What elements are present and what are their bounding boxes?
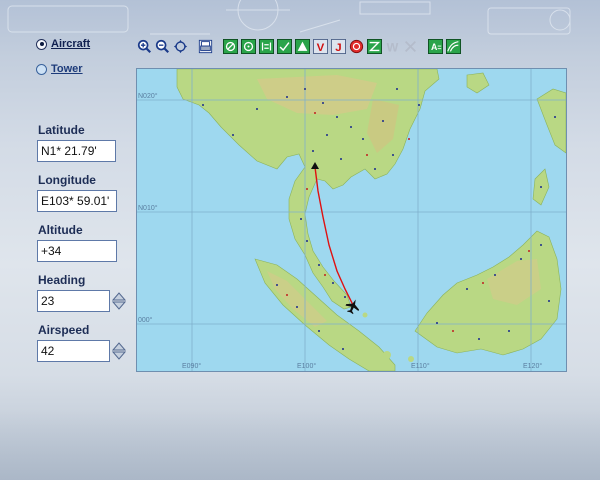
airspace-icon: [349, 39, 364, 54]
intersection-icon: [277, 39, 292, 54]
longitude-label: Longitude: [38, 173, 96, 187]
lat-label-10n: N010°: [138, 204, 158, 212]
lon-label-120e: E120°: [523, 362, 542, 370]
zoom-out-button[interactable]: [154, 38, 171, 55]
map-text-button[interactable]: A: [427, 38, 444, 55]
airspeed-label: Airspeed: [38, 323, 90, 337]
airport-icon: [223, 39, 238, 54]
small-island: [408, 356, 414, 362]
victor-airway-icon: V: [313, 39, 328, 54]
small-island: [383, 351, 391, 359]
center-icon: [173, 39, 188, 54]
lon-label-110e: E110°: [411, 362, 430, 370]
terrain-icon: [446, 39, 461, 54]
longitude-field[interactable]: E103* 59.01': [37, 190, 117, 212]
svg-text:W: W: [387, 40, 399, 54]
ndb-button[interactable]: [258, 38, 275, 55]
lat-label-0: 000°: [138, 316, 153, 324]
print-button[interactable]: [197, 38, 214, 55]
center-button[interactable]: [172, 38, 189, 55]
zoom-out-icon: [155, 39, 170, 54]
header-decoration: [7, 0, 571, 35]
lon-label-90e: E090°: [182, 362, 201, 370]
svg-text:J: J: [335, 42, 341, 54]
heading-spinner[interactable]: [112, 291, 126, 311]
lon-label-100e: E100°: [297, 362, 316, 370]
aircraft-radio-label: Aircraft: [51, 38, 91, 50]
map-view[interactable]: N020° N010° 000° E090° E100° E110° E120°: [136, 68, 567, 372]
jet-airway-icon: J: [331, 39, 346, 54]
map-toolbar: V J W A: [136, 38, 462, 55]
small-island: [362, 312, 368, 318]
altitude-label: Altitude: [38, 223, 83, 237]
tower-radio[interactable]: Tower: [36, 63, 83, 75]
aircraft-radio-indicator[interactable]: [36, 38, 47, 50]
airspace-button[interactable]: [348, 38, 365, 55]
aircraft-radio[interactable]: Aircraft: [36, 38, 90, 50]
airport-button[interactable]: [222, 38, 239, 55]
victor-airway-button[interactable]: V: [312, 38, 329, 55]
vor-button[interactable]: [240, 38, 257, 55]
vor-icon: [241, 39, 256, 54]
latitude-label: Latitude: [38, 123, 85, 137]
heading-field[interactable]: 23: [37, 290, 110, 312]
svg-text:A: A: [431, 42, 438, 52]
zoom-in-icon: [137, 39, 152, 54]
route-icon: [367, 39, 382, 54]
heading-label: Heading: [38, 273, 86, 287]
waypoint-button[interactable]: W: [384, 38, 401, 55]
waypoint-icon: W: [387, 40, 399, 54]
ndb-icon: [259, 39, 274, 54]
clear-button[interactable]: [402, 38, 419, 55]
zoom-in-button[interactable]: [136, 38, 153, 55]
tower-radio-indicator[interactable]: [36, 63, 47, 75]
intersection-button[interactable]: [276, 38, 293, 55]
svg-text:V: V: [317, 42, 325, 54]
altitude-field[interactable]: +34: [37, 240, 117, 262]
jet-airway-button[interactable]: J: [330, 38, 347, 55]
tower-radio-label: Tower: [51, 63, 83, 75]
clear-icon: [405, 41, 416, 52]
lat-label-20n: N020°: [138, 92, 158, 100]
route-button[interactable]: [366, 38, 383, 55]
latitude-field[interactable]: N1* 21.79': [37, 140, 116, 162]
approach-button[interactable]: [294, 38, 311, 55]
airspeed-spinner[interactable]: [112, 341, 126, 361]
terrain-button[interactable]: [445, 38, 462, 55]
map-text-icon: A: [428, 39, 443, 54]
approach-icon: [295, 39, 310, 54]
footer-band: [0, 410, 600, 480]
print-icon: [198, 39, 213, 54]
airspeed-field[interactable]: 42: [37, 340, 110, 362]
map-dialog: Aircraft Tower Latitude N1* 21.79' Longi…: [0, 0, 600, 480]
